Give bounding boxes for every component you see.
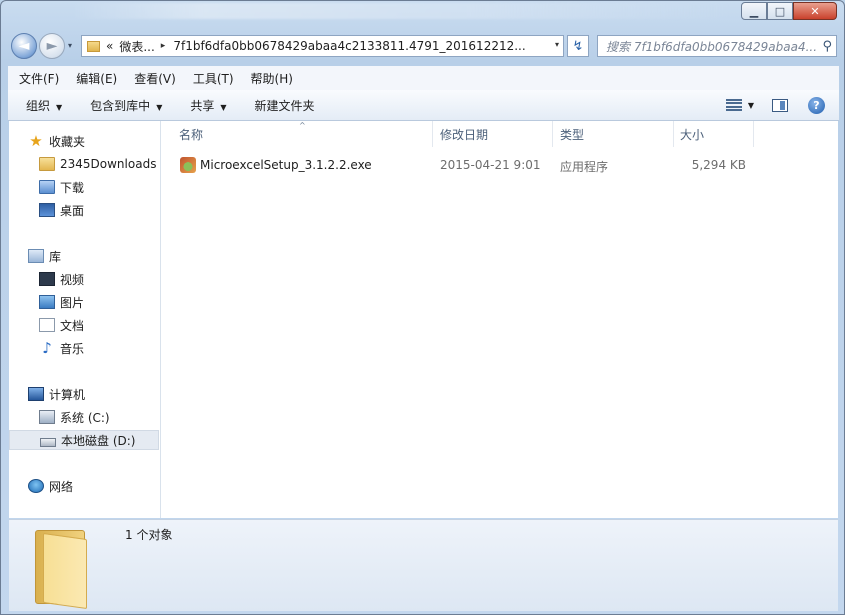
column-header-size[interactable]: 大小	[674, 121, 754, 147]
picture-icon	[39, 295, 55, 309]
share-label: 共享	[190, 98, 215, 113]
sidebar-item-label: 系统 (C:)	[60, 410, 110, 425]
sidebar-item-network[interactable]: 网络	[28, 476, 177, 496]
menu-file[interactable]: 文件(F)	[8, 70, 65, 87]
menu-bar: 文件(F) 编辑(E) 查看(V) 工具(T) 帮助(H)	[8, 66, 839, 91]
share-button[interactable]: 共享 ▼	[190, 97, 226, 114]
details-pane: 1 个对象	[9, 519, 838, 611]
sidebar-item-label: 文档	[60, 318, 85, 333]
file-size: 5,294 KB	[691, 158, 746, 172]
sidebar-item-label: 下载	[60, 180, 85, 195]
include-in-library-button[interactable]: 包含到库中 ▼	[90, 97, 162, 114]
forward-arrow-icon: ►	[46, 38, 58, 54]
help-icon[interactable]: ?	[808, 96, 825, 114]
sidebar-item-libraries[interactable]: 库	[28, 246, 177, 266]
folder-icon	[39, 157, 55, 171]
document-icon	[39, 318, 55, 332]
back-arrow-icon: ◄	[18, 38, 30, 54]
organize-label: 组织	[26, 98, 51, 113]
refresh-button[interactable]: ↯	[567, 35, 589, 57]
file-modified: 2015-04-21 9:01	[440, 158, 541, 172]
new-folder-button[interactable]: 新建文件夹	[255, 97, 315, 114]
close-button[interactable]: ✕	[793, 2, 837, 20]
include-in-library-label: 包含到库中	[90, 98, 151, 113]
computer-icon	[28, 387, 44, 401]
sidebar-item-label: 图片	[60, 295, 85, 310]
menu-help[interactable]: 帮助(H)	[240, 70, 299, 87]
installer-exe-icon	[180, 157, 196, 173]
breadcrumb-separator-icon[interactable]: ▸	[161, 41, 166, 51]
sidebar-item-favorites[interactable]: ★ 收藏夹	[28, 131, 177, 151]
star-icon: ★	[29, 132, 43, 150]
address-dropdown-icon[interactable]: ▾	[555, 40, 559, 49]
menu-view[interactable]: 查看(V)	[123, 70, 182, 87]
column-header-modified[interactable]: 修改日期	[433, 121, 553, 147]
large-folder-icon	[33, 524, 105, 610]
menu-tools[interactable]: 工具(T)	[182, 70, 240, 87]
navigation-pane: ★ 收藏夹 2345Downloads 下载 桌面 库 视频 图片 文档 ♪ 音…	[9, 121, 161, 518]
organize-button[interactable]: 组织 ▼	[26, 97, 62, 114]
video-icon	[39, 272, 55, 286]
breadcrumb-parent[interactable]: 微表...	[119, 38, 154, 55]
chevron-down-icon: ▼	[156, 102, 163, 112]
sidebar-item-computer[interactable]: 计算机	[28, 384, 177, 404]
maximize-button[interactable]: □	[767, 2, 793, 20]
forward-button[interactable]: ►	[39, 33, 65, 59]
file-list: ^ 名称 修改日期 类型 大小 MicroexcelSetup_3.1.2.2.…	[161, 121, 838, 518]
sidebar-item-label: 音乐	[60, 341, 85, 356]
sidebar-item-label: 库	[49, 249, 62, 264]
breadcrumb-current[interactable]: 7f1bf6dfa0bb0678429abaa4c2133811.4791_20…	[173, 39, 525, 53]
command-bar: 组织 ▼ 包含到库中 ▼ 共享 ▼ 新建文件夹 ▼ ?	[8, 90, 839, 121]
downloads-folder-icon	[39, 180, 55, 194]
background-taskbar-blur	[71, 3, 731, 19]
sidebar-item-label: 网络	[49, 479, 74, 494]
desktop-icon	[39, 203, 55, 217]
sidebar-item-label: 桌面	[60, 203, 85, 218]
column-header-name[interactable]: 名称	[161, 121, 433, 147]
item-count: 1 个对象	[125, 528, 173, 542]
explorer-window: ▁ □ ✕ ◄ ► ▾ « 微表... ▸ 7f1bf6dfa0bb067842…	[0, 0, 845, 615]
sidebar-item-label: 计算机	[49, 387, 86, 402]
preview-pane-icon[interactable]	[772, 98, 788, 112]
file-name: MicroexcelSetup_3.1.2.2.exe	[200, 158, 372, 172]
menu-edit[interactable]: 编辑(E)	[65, 70, 123, 87]
chevron-down-icon: ▼	[220, 102, 227, 112]
title-bar[interactable]: ▁ □ ✕	[1, 1, 844, 29]
file-type: 应用程序	[560, 160, 609, 174]
music-icon: ♪	[42, 339, 52, 357]
sidebar-item-label: 2345Downloads	[60, 157, 157, 171]
search-icon[interactable]: ⚲	[822, 39, 832, 54]
sidebar-item-label: 视频	[60, 272, 85, 287]
library-icon	[28, 249, 44, 263]
table-row[interactable]: MicroexcelSetup_3.1.2.2.exe 2015-04-21 9…	[161, 155, 838, 175]
search-placeholder: 搜索 7f1bf6dfa0bb0678429abaa4...	[606, 39, 818, 54]
network-icon	[28, 479, 44, 493]
breadcrumb-overflow[interactable]: «	[106, 39, 113, 53]
sidebar-item-label: 本地磁盘 (D:)	[61, 433, 136, 448]
local-disk-icon	[40, 437, 56, 447]
column-header-type[interactable]: 类型	[553, 121, 674, 147]
search-input[interactable]: 搜索 7f1bf6dfa0bb0678429abaa4... ⚲	[597, 35, 837, 57]
sidebar-item-drive-d[interactable]: 本地磁盘 (D:)	[9, 430, 159, 450]
view-options-dropdown[interactable]: ▼	[748, 101, 754, 110]
address-bar[interactable]: « 微表... ▸ 7f1bf6dfa0bb0678429abaa4c21338…	[81, 35, 564, 57]
system-drive-icon	[39, 410, 55, 424]
change-view-icon[interactable]	[725, 99, 742, 111]
sidebar-item-label: 收藏夹	[49, 134, 86, 149]
refresh-icon: ↯	[572, 38, 584, 54]
recent-pages-dropdown[interactable]: ▾	[68, 41, 72, 50]
folder-icon	[87, 40, 100, 52]
chevron-down-icon: ▼	[56, 102, 63, 112]
navigation-bar: ◄ ► ▾ « 微表... ▸ 7f1bf6dfa0bb0678429abaa4…	[7, 31, 840, 63]
minimize-button[interactable]: ▁	[741, 2, 767, 20]
back-button[interactable]: ◄	[11, 33, 37, 59]
